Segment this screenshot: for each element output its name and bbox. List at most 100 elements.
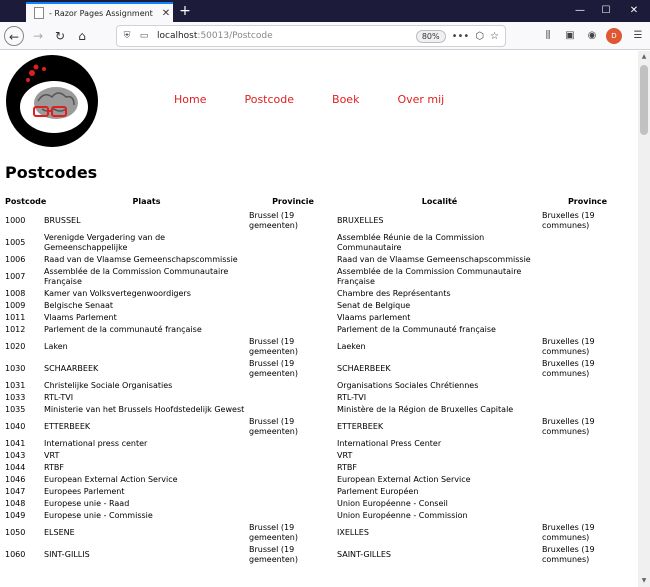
cell-plaats: Raad van de Vlaamse Gemeenschapscommissi… xyxy=(44,255,238,264)
table-row: 1047 Europees Parlement Parlement Européen xyxy=(5,486,633,498)
nav-link-boek[interactable]: Boek xyxy=(332,93,359,106)
url-bar[interactable]: ⛨ ▭ localhost:50013/Postcode 80% ••• ⬡ ☆ xyxy=(116,25,506,47)
cell-provincie xyxy=(249,450,337,462)
sidebar-icon[interactable]: ▣ xyxy=(562,28,578,44)
scroll-up-icon[interactable]: ▲ xyxy=(638,51,650,63)
cell-postcode: 1033 xyxy=(5,393,26,402)
cell-provincie xyxy=(249,312,337,324)
table-body: 1000 BRUSSEL Brussel (19 gemeenten) BRUXELL… xyxy=(5,210,633,566)
table-row: 1035 Ministerie van het Brussels Hoofdste… xyxy=(5,404,633,416)
browser-toolbar: ← → ↻ ⌂ ⛨ ▭ localhost:50013/Postcode 80%… xyxy=(0,22,650,50)
cell-plaats: SINT-GILLIS xyxy=(44,550,90,559)
cell-province xyxy=(542,392,633,404)
nav-link-home[interactable]: Home xyxy=(174,93,206,106)
cell-postcode: 1035 xyxy=(5,405,26,414)
cell-postcode: 1046 xyxy=(5,475,26,484)
cell-province: Bruxelles (19 communes) xyxy=(542,337,595,356)
zoom-badge[interactable]: 80% xyxy=(415,29,446,43)
cell-postcode: 1011 xyxy=(5,313,26,322)
cell-province xyxy=(542,254,633,266)
cell-province: Bruxelles (19 communes) xyxy=(542,211,595,230)
more-actions-icon[interactable]: ••• xyxy=(452,31,470,42)
cell-province xyxy=(542,324,633,336)
cell-localite: Union Européenne - Conseil xyxy=(337,499,448,508)
cell-plaats: RTBF xyxy=(44,463,64,472)
cell-province xyxy=(542,232,633,254)
cell-province xyxy=(542,438,633,450)
cell-provincie xyxy=(249,232,337,254)
home-icon[interactable]: ⌂ xyxy=(72,26,92,46)
cell-localite: Senat de Belgique xyxy=(337,301,411,310)
cell-province: Bruxelles (19 communes) xyxy=(542,359,595,378)
reload-icon[interactable]: ↻ xyxy=(50,26,70,46)
cell-postcode: 1008 xyxy=(5,289,26,298)
account-icon[interactable]: ◉ xyxy=(584,28,600,44)
cell-localite: SAINT-GILLES xyxy=(337,550,391,559)
cell-province xyxy=(542,266,633,288)
cell-postcode: 1007 xyxy=(5,272,26,281)
cell-plaats: Europese unie - Commissie xyxy=(44,511,153,520)
cell-localite: International Press Center xyxy=(337,439,442,448)
cell-provincie xyxy=(249,498,337,510)
browser-tab[interactable]: - Razor Pages Assignment ✕ xyxy=(26,2,173,22)
shield-icon[interactable]: ⛨ xyxy=(120,31,134,41)
cell-localite: ETTERBEEK xyxy=(337,422,384,431)
nav-link-postcode[interactable]: Postcode xyxy=(244,93,294,106)
table-row: 1005 Verenigde Vergadering van de Gemeens… xyxy=(5,232,633,254)
cell-localite: SCHAERBEEK xyxy=(337,364,391,373)
cell-localite: Union Européenne - Commission xyxy=(337,511,468,520)
table-row: 1008 Kamer van Volksvertegenwoordigers Cha… xyxy=(5,288,633,300)
menu-icon[interactable]: ☰ xyxy=(630,28,646,44)
cell-provincie xyxy=(249,288,337,300)
cell-postcode: 1049 xyxy=(5,511,26,520)
cell-localite: Parlement Européen xyxy=(337,487,419,496)
cell-plaats: Assemblée de la Commission Communautaire… xyxy=(44,267,229,286)
scroll-down-icon[interactable]: ▼ xyxy=(638,575,650,587)
page-title: Postcodes xyxy=(5,163,98,182)
back-arrow-icon[interactable]: ← xyxy=(4,26,24,46)
page-info-icon[interactable]: ▭ xyxy=(137,31,151,41)
site-navigation: Home Postcode Boek Over mij xyxy=(174,93,482,106)
cell-localite: Ministère de la Région de Bruxelles Capi… xyxy=(337,405,514,414)
maximize-icon[interactable]: ☐ xyxy=(598,3,614,19)
duckduckgo-icon[interactable]: D xyxy=(606,28,622,44)
table-row: 1007 Assemblée de la Commission Communaut… xyxy=(5,266,633,288)
url-text[interactable]: localhost:50013/Postcode xyxy=(157,31,416,41)
cell-plaats: Belgische Senaat xyxy=(44,301,114,310)
cell-localite: European External Action Service xyxy=(337,475,471,484)
cell-provincie: Brussel (19 gemeenten) xyxy=(249,417,298,436)
nav-link-over-mij[interactable]: Over mij xyxy=(397,93,444,106)
library-icon[interactable]: ⫼ xyxy=(540,28,556,44)
cell-province: Bruxelles (19 communes) xyxy=(542,545,595,564)
cell-provincie xyxy=(249,438,337,450)
header-provincie: Provincie xyxy=(272,197,314,206)
cell-postcode: 1050 xyxy=(5,528,26,537)
cell-localite: IXELLES xyxy=(337,528,369,537)
forward-arrow-icon[interactable]: → xyxy=(28,26,48,46)
vertical-scrollbar[interactable]: ▲ ▼ xyxy=(638,51,650,587)
table-row: 1033 RTL-TVI RTL-TVI xyxy=(5,392,633,404)
cell-postcode: 1020 xyxy=(5,342,26,351)
table-row: 1044 RTBF RTBF xyxy=(5,462,633,474)
header-localite: Localité xyxy=(421,197,458,206)
bookmark-star-icon[interactable]: ☆ xyxy=(490,31,499,42)
cell-localite: Laeken xyxy=(337,342,366,351)
scrollbar-thumb[interactable] xyxy=(640,65,648,135)
minimize-icon[interactable]: — xyxy=(572,3,588,19)
close-tab-icon[interactable]: ✕ xyxy=(159,8,173,19)
table-row: 1012 Parlement de la communauté française… xyxy=(5,324,633,336)
cell-plaats: Ministerie van het Brussels Hoofdstedeli… xyxy=(44,405,245,414)
cell-plaats: Parlement de la communauté française xyxy=(44,325,202,334)
cell-plaats: ETTERBEEK xyxy=(44,422,91,431)
new-tab-icon[interactable]: + xyxy=(178,2,192,20)
cell-provincie xyxy=(249,404,337,416)
close-window-icon[interactable]: ✕ xyxy=(626,3,642,19)
cell-provincie: Brussel (19 gemeenten) xyxy=(249,523,298,542)
table-row: 1050 ELSENE Brussel (19 gemeenten) IXELLES B… xyxy=(5,522,633,544)
cell-plaats: Vlaams Parlement xyxy=(44,313,117,322)
pocket-icon[interactable]: ⬡ xyxy=(475,31,484,42)
cell-localite: VRT xyxy=(337,451,353,460)
table-row: 1041 International press center Internatio… xyxy=(5,438,633,450)
cell-plaats: International press center xyxy=(44,439,148,448)
table-row: 1000 BRUSSEL Brussel (19 gemeenten) BRUXELL… xyxy=(5,210,633,232)
